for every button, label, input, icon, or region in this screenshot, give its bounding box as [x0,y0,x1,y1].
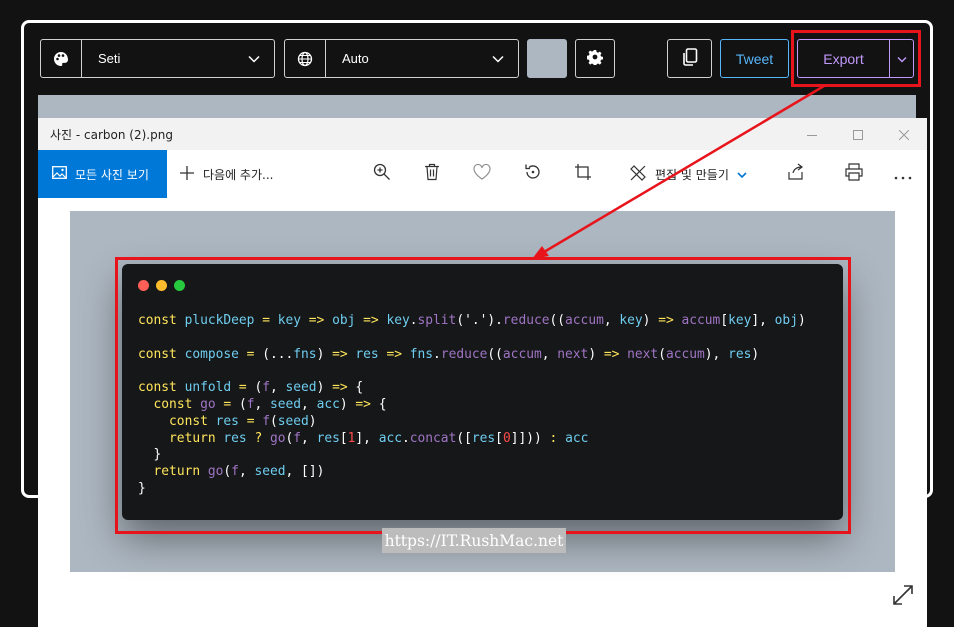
crop-icon [574,163,592,185]
edit-create-label: 편집 및 만들기 [655,167,729,182]
more-button[interactable] [893,164,913,184]
zoom-button[interactable] [372,163,392,185]
edit-tools-icon [629,164,647,185]
crop-button[interactable] [573,164,593,184]
expand-button[interactable] [890,582,916,608]
add-to-label: 다음에 추가... [203,167,274,182]
code-highlight-box [115,257,851,534]
copy-icon [682,47,698,70]
language-label: Auto [342,51,369,66]
photos-titlebar: 사진 - carbon (2).png [38,118,927,150]
zoom-in-icon [373,163,391,185]
heart-icon [473,163,491,184]
see-all-photos-label: 모든 사진 보기 [75,167,149,182]
favorite-button[interactable] [472,163,492,184]
globe-icon [285,40,326,77]
share-icon [787,163,805,185]
maximize-button[interactable] [835,118,881,150]
plus-icon [179,165,195,184]
photos-command-bar: 모든 사진 보기 다음에 추가... 편집 및 만들기 [38,150,927,198]
see-all-photos-button[interactable]: 모든 사진 보기 [38,150,167,198]
tweet-button[interactable]: Tweet [720,39,789,78]
expand-icon [890,585,916,612]
close-icon [898,125,910,144]
chevron-down-icon [478,55,518,63]
share-button[interactable] [786,163,806,185]
add-to-button[interactable]: 다음에 추가... [179,150,273,198]
background-color-swatch[interactable] [527,39,567,78]
minimize-icon [807,125,817,144]
trash-icon [424,163,440,185]
chevron-down-icon [234,55,274,63]
rotate-button[interactable] [523,164,543,184]
settings-button[interactable] [575,39,615,78]
maximize-icon [853,125,863,144]
photo-icon [52,166,67,182]
close-button[interactable] [881,118,927,150]
minimize-button[interactable] [789,118,835,150]
edit-create-button[interactable]: 편집 및 만들기 [629,150,747,198]
theme-label: Seti [98,51,121,66]
delete-button[interactable] [422,163,442,185]
chevron-down-icon [737,167,747,181]
carbon-preview-strip [38,95,916,119]
window-title: 사진 - carbon (2).png [50,127,173,142]
print-button[interactable] [844,163,864,185]
watermark: https://IT.RushMac.net [382,528,566,553]
more-icon [894,165,912,184]
theme-dropdown[interactable]: Seti [40,39,275,78]
export-highlight-box [791,30,921,87]
language-dropdown[interactable]: Auto [284,39,519,78]
palette-icon [41,40,82,77]
print-icon [845,163,863,185]
copy-button[interactable] [667,39,712,78]
gear-icon [586,49,604,69]
rotate-icon [524,163,542,185]
